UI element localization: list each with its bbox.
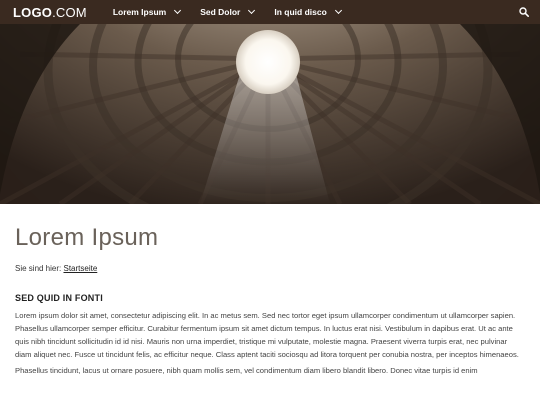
search-icon[interactable] bbox=[519, 7, 529, 17]
chevron-down-icon bbox=[248, 6, 256, 15]
top-navigation-bar: LOGO.COM Lorem Ipsum Sed Dolor In quid d… bbox=[0, 0, 540, 24]
hero-image-pantheon-dome bbox=[0, 24, 540, 204]
breadcrumb-link-home[interactable]: Startseite bbox=[63, 264, 97, 273]
nav-item-label: Sed Dolor bbox=[200, 7, 241, 17]
nav-item-label: In quid disco bbox=[274, 7, 327, 17]
logo-main-text: LOGO bbox=[13, 4, 53, 20]
paragraph-1: Lorem ipsum dolor sit amet, consectetur … bbox=[15, 311, 519, 359]
main-content: Lorem Ipsum Sie sind hier: Startseite SE… bbox=[0, 224, 540, 377]
dome-illustration bbox=[0, 24, 540, 204]
nav-item-sed-dolor[interactable]: Sed Dolor bbox=[200, 6, 256, 17]
nav-item-label: Lorem Ipsum bbox=[112, 7, 167, 17]
paragraph-2: Phasellus tincidunt, lacus ut ornare pos… bbox=[15, 366, 478, 375]
chevron-down-icon bbox=[174, 6, 182, 15]
page-title: Lorem Ipsum bbox=[15, 224, 159, 251]
chevron-down-icon bbox=[334, 6, 342, 15]
breadcrumb-prefix: Sie sind hier: bbox=[15, 264, 62, 273]
section-heading: SED QUID IN FONTI bbox=[15, 293, 103, 303]
nav-item-in-quid-disco[interactable]: In quid disco bbox=[274, 6, 342, 17]
main-nav: Lorem Ipsum Sed Dolor In quid disco bbox=[113, 0, 361, 24]
nav-item-lorem-ipsum[interactable]: Lorem Ipsum bbox=[112, 6, 182, 17]
logo-suffix-text: .COM bbox=[52, 4, 87, 20]
breadcrumb: Sie sind hier: Startseite bbox=[15, 264, 525, 273]
site-logo[interactable]: LOGO.COM bbox=[13, 5, 87, 20]
